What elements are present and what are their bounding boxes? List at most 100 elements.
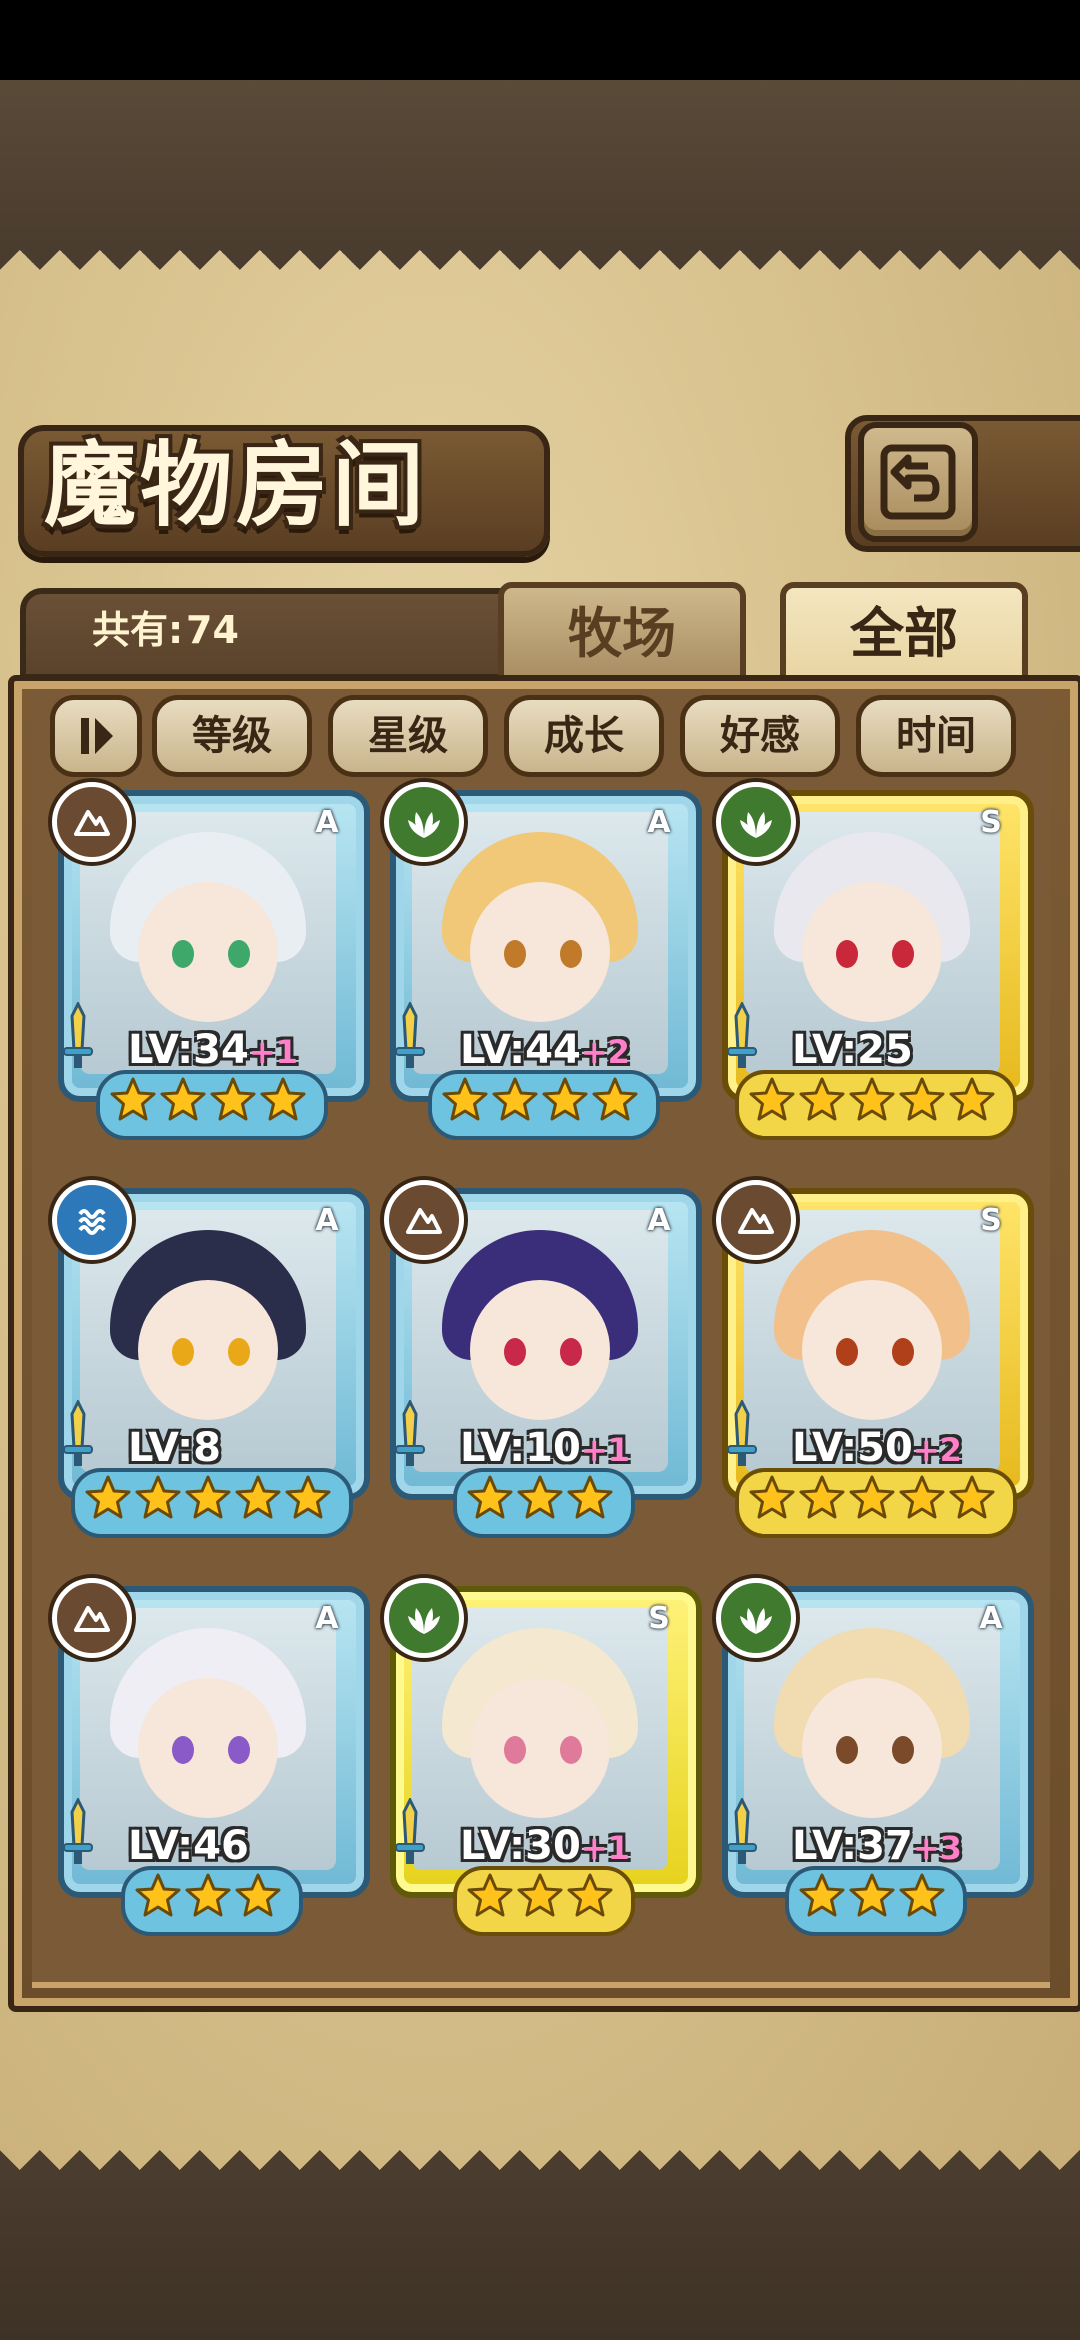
nature-element-icon [716,1578,796,1658]
sword-icon [395,1798,425,1864]
sword-icon [63,1400,93,1466]
star-icon [749,1077,795,1121]
level-plus: +2 [580,1033,630,1071]
portrait-eye [504,1338,526,1366]
star-icon [135,1475,181,1519]
level-plus: +1 [580,1829,630,1867]
portrait-eye [172,1338,194,1366]
level-plus: +3 [912,1829,962,1867]
level-label: LV:25 [792,1028,913,1072]
monster-card[interactable]: S LV:25 [716,782,1034,1140]
star-icon [135,1873,181,1917]
nature-element-icon [384,782,464,862]
monster-card[interactable]: A LV:34+1 [52,782,370,1140]
portrait-eye [836,940,858,968]
sort-by-growth-button[interactable]: 成长 [504,695,664,777]
monster-card[interactable]: S LV:30+1 [384,1578,702,1936]
star-icon [899,1077,945,1121]
sword-icon [727,1002,757,1068]
level-plus: +1 [580,1431,630,1469]
star-icon [492,1077,538,1121]
star-icon [235,1873,281,1917]
star-icon [285,1475,331,1519]
sword-icon [63,1002,93,1068]
sword-icon [727,1400,757,1466]
level-value: LV:25 [792,1027,913,1073]
star-icon [185,1475,231,1519]
sort-by-level-button[interactable]: 等级 [152,695,312,777]
star-icon [799,1475,845,1519]
back-button[interactable] [858,422,978,542]
sort-by-star-button[interactable]: 星级 [328,695,488,777]
monster-card[interactable]: A LV:8 [52,1180,370,1538]
star-icon [517,1475,563,1519]
rank-badge: S [980,805,1002,840]
sword-icon [395,1002,425,1068]
star-icon [899,1873,945,1917]
level-plus: +1 [248,1033,298,1071]
star-icon [799,1077,845,1121]
portrait-face [138,882,278,1022]
level-value: LV:8 [128,1425,221,1471]
portrait-eye [836,1736,858,1764]
level-value: LV:44 [460,1027,581,1073]
rank-badge: A [315,1203,339,1238]
monster-card[interactable]: S LV:50+2 [716,1180,1034,1538]
star-icon [442,1077,488,1121]
rank-badge: A [647,1203,671,1238]
monster-card[interactable]: A LV:10+1 [384,1180,702,1538]
portrait-face [138,1280,278,1420]
star-icon [110,1077,156,1121]
star-icon [592,1077,638,1121]
page-title: 魔物房间 [44,431,429,539]
monster-count-label: 共有: [92,608,184,652]
monster-card[interactable]: A LV:46 [52,1578,370,1936]
filter-toggle-icon [77,712,117,770]
sword-icon [727,1798,757,1864]
star-icon [210,1077,256,1121]
sort-by-affection-button[interactable]: 好感 [680,695,840,777]
star-icon [749,1475,795,1519]
star-icon [467,1475,513,1519]
star-icon [799,1873,845,1917]
portrait-eye [892,1338,914,1366]
filter-toggle-button[interactable] [50,695,142,777]
star-icon [260,1077,306,1121]
star-rating [722,1076,1022,1130]
portrait-face [470,1678,610,1818]
level-plus: +2 [912,1431,962,1469]
earth-element-icon [716,1180,796,1260]
portrait-face [470,1280,610,1420]
star-icon [849,1475,895,1519]
star-rating [390,1076,690,1130]
star-rating [722,1872,1022,1926]
monster-card[interactable]: A LV:44+2 [384,782,702,1140]
rank-badge: A [979,1601,1003,1636]
star-rating [390,1474,690,1528]
star-icon [467,1873,513,1917]
star-icon [160,1077,206,1121]
nature-element-icon [384,1578,464,1658]
portrait-eye [228,1338,250,1366]
sort-by-time-button[interactable]: 时间 [856,695,1016,777]
monster-count-value: 74 [186,608,239,652]
star-icon [949,1475,995,1519]
portrait-eye [892,1736,914,1764]
zigzag-border-top [0,250,1080,290]
star-icon [567,1873,613,1917]
monster-card[interactable]: A LV:37+3 [716,1578,1034,1936]
tab-farm[interactable]: 牧场 [498,582,746,684]
rank-badge: A [315,1601,339,1636]
top-background [0,80,1080,250]
star-icon [185,1873,231,1917]
star-rating [390,1872,690,1926]
star-icon [899,1475,945,1519]
zigzag-border-bottom [0,2130,1080,2170]
portrait-eye [228,940,250,968]
sword-icon [395,1400,425,1466]
status-bar [0,0,1080,80]
level-value: LV:30 [460,1823,581,1869]
earth-element-icon [52,782,132,862]
star-icon [849,1873,895,1917]
portrait-eye [560,940,582,968]
